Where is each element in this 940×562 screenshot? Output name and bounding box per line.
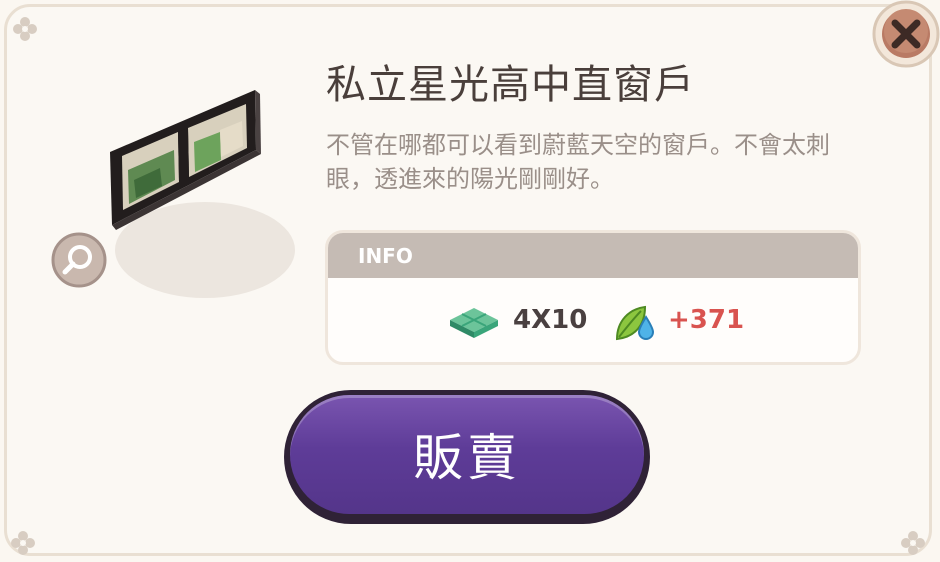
magnifier-icon xyxy=(51,232,107,288)
item-dialog: 私立星光高中直窗戶 不管在哪都可以看到蔚藍天空的窗戶。不會太刺眼，透進來的陽光剛… xyxy=(0,0,940,562)
corner-ornament-icon xyxy=(898,528,928,558)
sell-button[interactable]: 販賣 xyxy=(284,390,650,524)
size-value: 4X10 xyxy=(513,305,588,335)
leaf-droplet-icon xyxy=(615,305,655,341)
zoom-button[interactable] xyxy=(51,232,107,288)
info-stats-row: 4X10 +371 xyxy=(328,293,858,343)
item-title: 私立星光高中直窗戶 xyxy=(326,62,695,108)
info-panel: INFO 4X10 +371 xyxy=(325,230,861,365)
info-header: INFO xyxy=(328,233,858,278)
floor-tile-icon xyxy=(450,308,498,338)
bonus-value: +371 xyxy=(668,305,745,335)
item-description: 不管在哪都可以看到蔚藍天空的窗戶。不會太刺眼，透進來的陽光剛剛好。 xyxy=(326,131,830,193)
sell-button-label: 販賣 xyxy=(413,429,521,487)
close-button[interactable] xyxy=(862,0,940,76)
close-icon xyxy=(872,0,940,68)
corner-ornament-icon xyxy=(8,528,38,558)
corner-ornament-icon xyxy=(10,14,40,44)
